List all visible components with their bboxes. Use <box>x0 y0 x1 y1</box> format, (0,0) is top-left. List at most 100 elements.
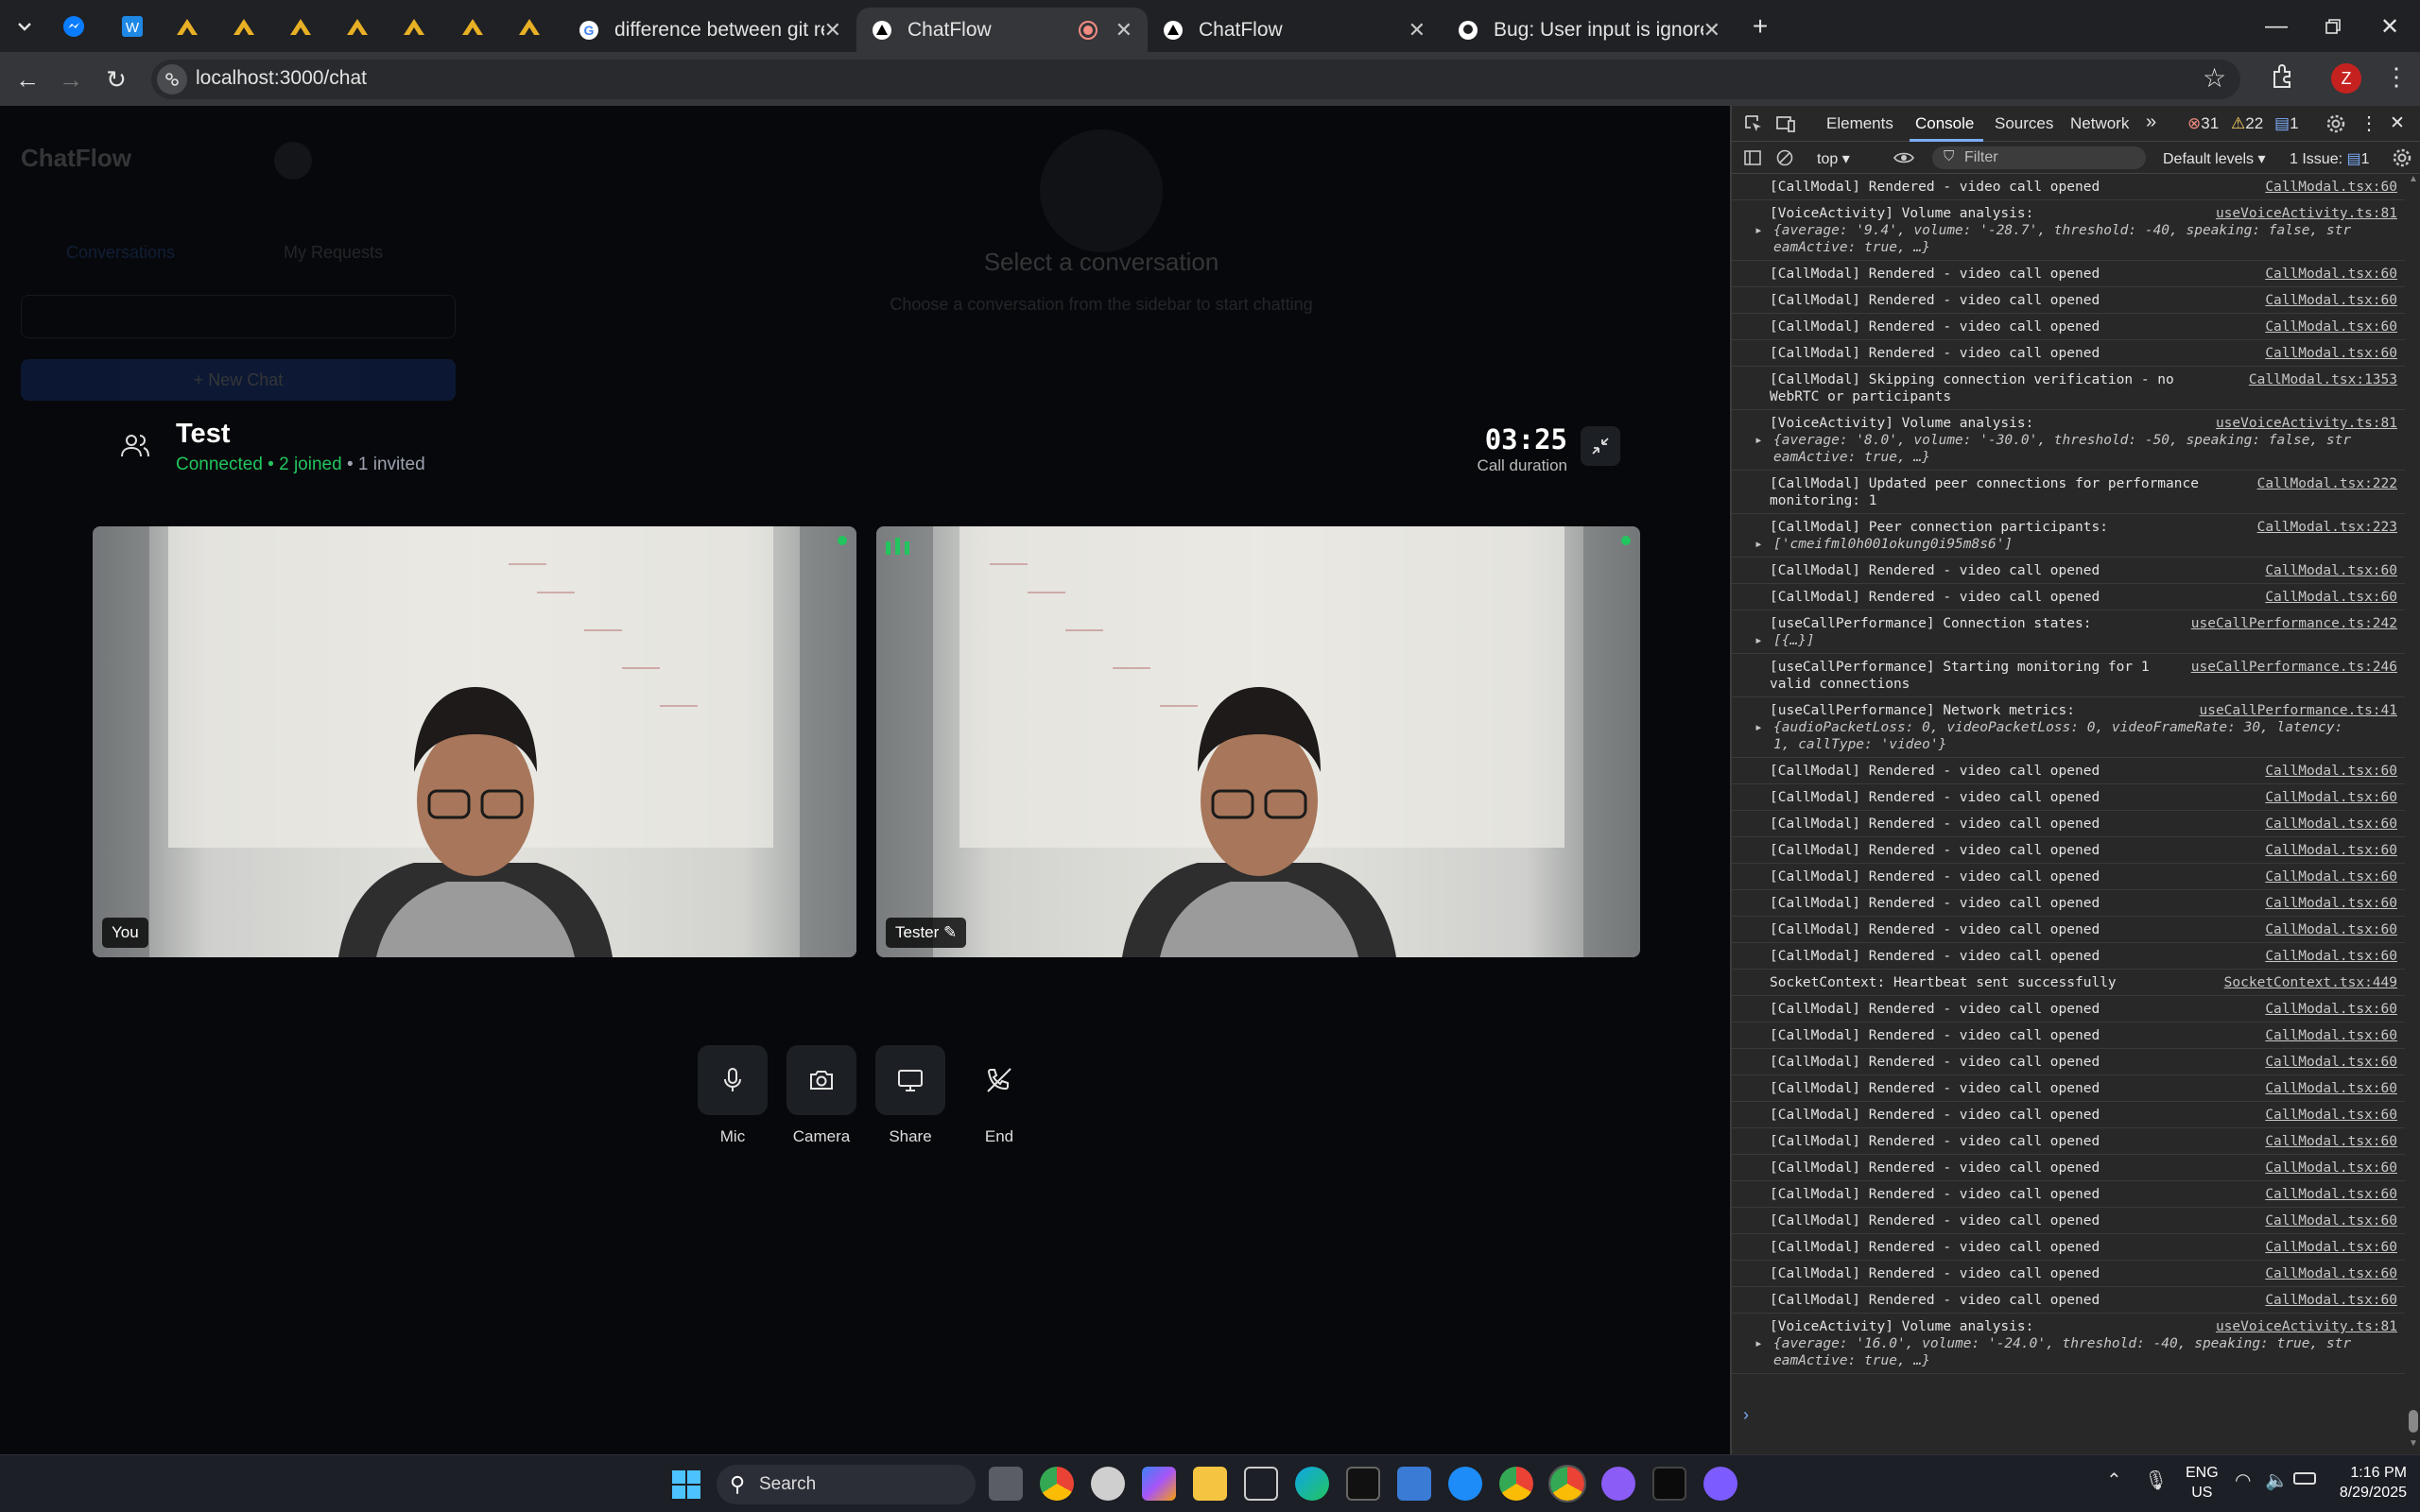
bookmark-star-icon[interactable]: ☆ <box>2203 62 2226 94</box>
tab-chatflow[interactable]: ChatFlow ✕ <box>1148 8 1441 52</box>
file-explorer-icon[interactable] <box>1193 1467 1227 1501</box>
course-tab-icon[interactable] <box>285 11 316 42</box>
clock-app-icon[interactable] <box>1091 1467 1125 1501</box>
console-source-link[interactable]: useCallPerformance.ts:41 <box>2199 703 2397 718</box>
console-source-link[interactable]: CallModal.tsx:60 <box>2265 293 2397 308</box>
console-log-row[interactable]: [CallModal] Rendered - video call opened… <box>1732 314 2405 340</box>
issues-button[interactable]: 1 Issue: ▤1 <box>2290 149 2370 168</box>
console-prompt-icon[interactable]: › <box>1743 1405 1749 1425</box>
console-source-link[interactable]: CallModal.tsx:60 <box>2265 1213 2397 1228</box>
console-source-link[interactable]: CallModal.tsx:60 <box>2265 816 2397 832</box>
console-source-link[interactable]: useCallPerformance.ts:242 <box>2191 616 2397 631</box>
console-filter-input[interactable]: ⛉ Filter <box>1932 146 2146 169</box>
console-log-row[interactable]: [CallModal] Rendered - video call opened… <box>1732 1234 2405 1261</box>
close-tab-icon[interactable]: ✕ <box>824 18 841 43</box>
console-log-row[interactable]: [CallModal] Rendered - video call opened… <box>1732 996 2405 1022</box>
docker-icon[interactable] <box>1448 1467 1482 1501</box>
restore-icon[interactable] <box>2318 11 2348 42</box>
language-indicator[interactable]: ENG US <box>2186 1463 2219 1503</box>
profile-avatar[interactable]: Z <box>2331 63 2361 94</box>
console-log-row[interactable]: [CallModal] Rendered - video call opened… <box>1732 1155 2405 1181</box>
chrome-active-icon[interactable] <box>1548 1465 1586 1503</box>
forward-arrow-icon[interactable]: → <box>55 63 87 95</box>
console-source-link[interactable]: CallModal.tsx:60 <box>2265 790 2397 805</box>
console-log-row[interactable]: SocketContext: Heartbeat sent successful… <box>1732 970 2405 996</box>
back-arrow-icon[interactable]: ← <box>11 63 43 95</box>
site-info-icon[interactable] <box>157 64 187 94</box>
console-log-row[interactable]: [CallModal] Updated peer connections for… <box>1732 471 2405 514</box>
inspect-element-icon[interactable] <box>1743 113 1764 139</box>
console-source-link[interactable]: CallModal.tsx:60 <box>2265 922 2397 937</box>
console-log-row[interactable]: [CallModal] Rendered - video call opened… <box>1732 1128 2405 1155</box>
console-log-row[interactable]: [CallModal] Rendered - video call opened… <box>1732 837 2405 864</box>
devtools-menu-icon[interactable]: ⋮ <box>2360 112 2378 135</box>
console-log-row[interactable]: [CallModal] Rendered - video call opened… <box>1732 1049 2405 1075</box>
console-source-link[interactable]: CallModal.tsx:60 <box>2265 896 2397 911</box>
terminal-icon[interactable] <box>1346 1467 1380 1501</box>
console-log-row[interactable]: [CallModal] Skipping connection verifica… <box>1732 367 2405 410</box>
url-text[interactable]: localhost:3000/chat <box>196 67 367 90</box>
taskbar-search[interactable]: ⚲ Search <box>717 1465 976 1504</box>
chrome-icon[interactable] <box>1040 1467 1074 1501</box>
console-source-link[interactable]: CallModal.tsx:60 <box>2265 1081 2397 1096</box>
console-log-row[interactable]: [useCallPerformance] Network metrics: ▸ {a… <box>1732 697 2405 758</box>
course-tab-icon[interactable] <box>514 11 544 42</box>
console-source-link[interactable]: CallModal.tsx:60 <box>2265 563 2397 578</box>
course-tab-icon[interactable] <box>342 11 372 42</box>
error-count[interactable]: ⊗31 <box>2187 114 2219 133</box>
windows-start-icon[interactable] <box>671 1469 701 1504</box>
console-log-row[interactable]: [VoiceActivity] Volume analysis: ▸ {averag… <box>1732 1314 2405 1374</box>
console-log-row[interactable]: [CallModal] Rendered - video call opened… <box>1732 174 2405 200</box>
tab-chatflow-active[interactable]: ChatFlow ✕ <box>856 8 1148 52</box>
extensions-icon[interactable] <box>2269 62 2295 94</box>
calculator-icon[interactable] <box>1397 1467 1431 1501</box>
minimize-call-button[interactable] <box>1581 426 1620 466</box>
console-source-link[interactable]: CallModal.tsx:60 <box>2265 1266 2397 1281</box>
console-source-link[interactable]: CallModal.tsx:60 <box>2265 180 2397 195</box>
console-source-link[interactable]: CallModal.tsx:222 <box>2257 476 2397 491</box>
chrome-profile-icon[interactable] <box>1499 1467 1533 1501</box>
devtools-close-icon[interactable]: ✕ <box>2390 112 2405 134</box>
console-log-row[interactable]: [CallModal] Rendered - video call opened… <box>1732 917 2405 943</box>
device-toolbar-icon[interactable] <box>1775 113 1796 139</box>
share-screen-button[interactable] <box>875 1045 945 1115</box>
console-scrollbar-thumb[interactable] <box>2409 1410 2418 1433</box>
viber-icon[interactable] <box>1703 1467 1737 1501</box>
console-log-row[interactable]: [VoiceActivity] Volume analysis: ▸ {averag… <box>1732 200 2405 261</box>
warning-count[interactable]: ⚠22 <box>2231 114 2263 133</box>
tab-search-chevron-icon[interactable] <box>9 11 40 42</box>
console-source-link[interactable]: useCallPerformance.ts:246 <box>2191 660 2397 675</box>
console-source-link[interactable]: CallModal.tsx:60 <box>2265 1134 2397 1149</box>
console-source-link[interactable]: CallModal.tsx:60 <box>2265 1002 2397 1017</box>
camera-button[interactable] <box>786 1045 856 1115</box>
more-tabs-chevron-icon[interactable]: » <box>2146 112 2156 133</box>
console-source-link[interactable]: CallModal.tsx:60 <box>2265 1187 2397 1202</box>
console-log-row[interactable]: [useCallPerformance] Connection states: ▸… <box>1732 610 2405 654</box>
console-log-row[interactable]: [CallModal] Rendered - video call opened… <box>1732 864 2405 890</box>
log-levels-dropdown[interactable]: Default levels ▾ <box>2163 149 2266 168</box>
console-source-link[interactable]: CallModal.tsx:60 <box>2265 1108 2397 1123</box>
console-source-link[interactable]: CallModal.tsx:60 <box>2265 764 2397 779</box>
settings-gear-icon[interactable] <box>2325 113 2346 139</box>
wifi-icon[interactable]: ◠ <box>2235 1469 2251 1492</box>
course-tab-icon[interactable] <box>399 11 429 42</box>
console-log-row[interactable]: [CallModal] Rendered - video call opened… <box>1732 558 2405 584</box>
tab-github-bug[interactable]: Bug: User input is ignored and "Pr ✕ <box>1443 8 1736 52</box>
edge-icon[interactable] <box>1295 1467 1329 1501</box>
course-tab-icon[interactable] <box>458 11 488 42</box>
expand-triangle-icon[interactable]: ▸ <box>1754 433 1763 448</box>
console-source-link[interactable]: CallModal.tsx:60 <box>2265 949 2397 964</box>
expand-triangle-icon[interactable]: ▸ <box>1754 1336 1763 1351</box>
console-source-link[interactable]: CallModal.tsx:60 <box>2265 1055 2397 1070</box>
mic-button[interactable] <box>698 1045 768 1115</box>
volume-icon[interactable]: 🔈 <box>2265 1469 2289 1492</box>
console-log-row[interactable]: [CallModal] Rendered - video call opened… <box>1732 1022 2405 1049</box>
sidebar-toggle-icon[interactable] <box>1743 148 1762 172</box>
console-source-link[interactable]: CallModal.tsx:60 <box>2265 319 2397 335</box>
console-source-link[interactable]: CallModal.tsx:60 <box>2265 346 2397 361</box>
console-log-row[interactable]: [CallModal] Rendered - video call opened… <box>1732 261 2405 287</box>
console-source-link[interactable]: CallModal.tsx:60 <box>2265 1293 2397 1308</box>
close-tab-icon[interactable]: ✕ <box>1409 18 1426 43</box>
clock[interactable]: 1:16 PM 8/29/2025 <box>2322 1463 2407 1503</box>
obsidian-icon[interactable] <box>1601 1467 1635 1501</box>
